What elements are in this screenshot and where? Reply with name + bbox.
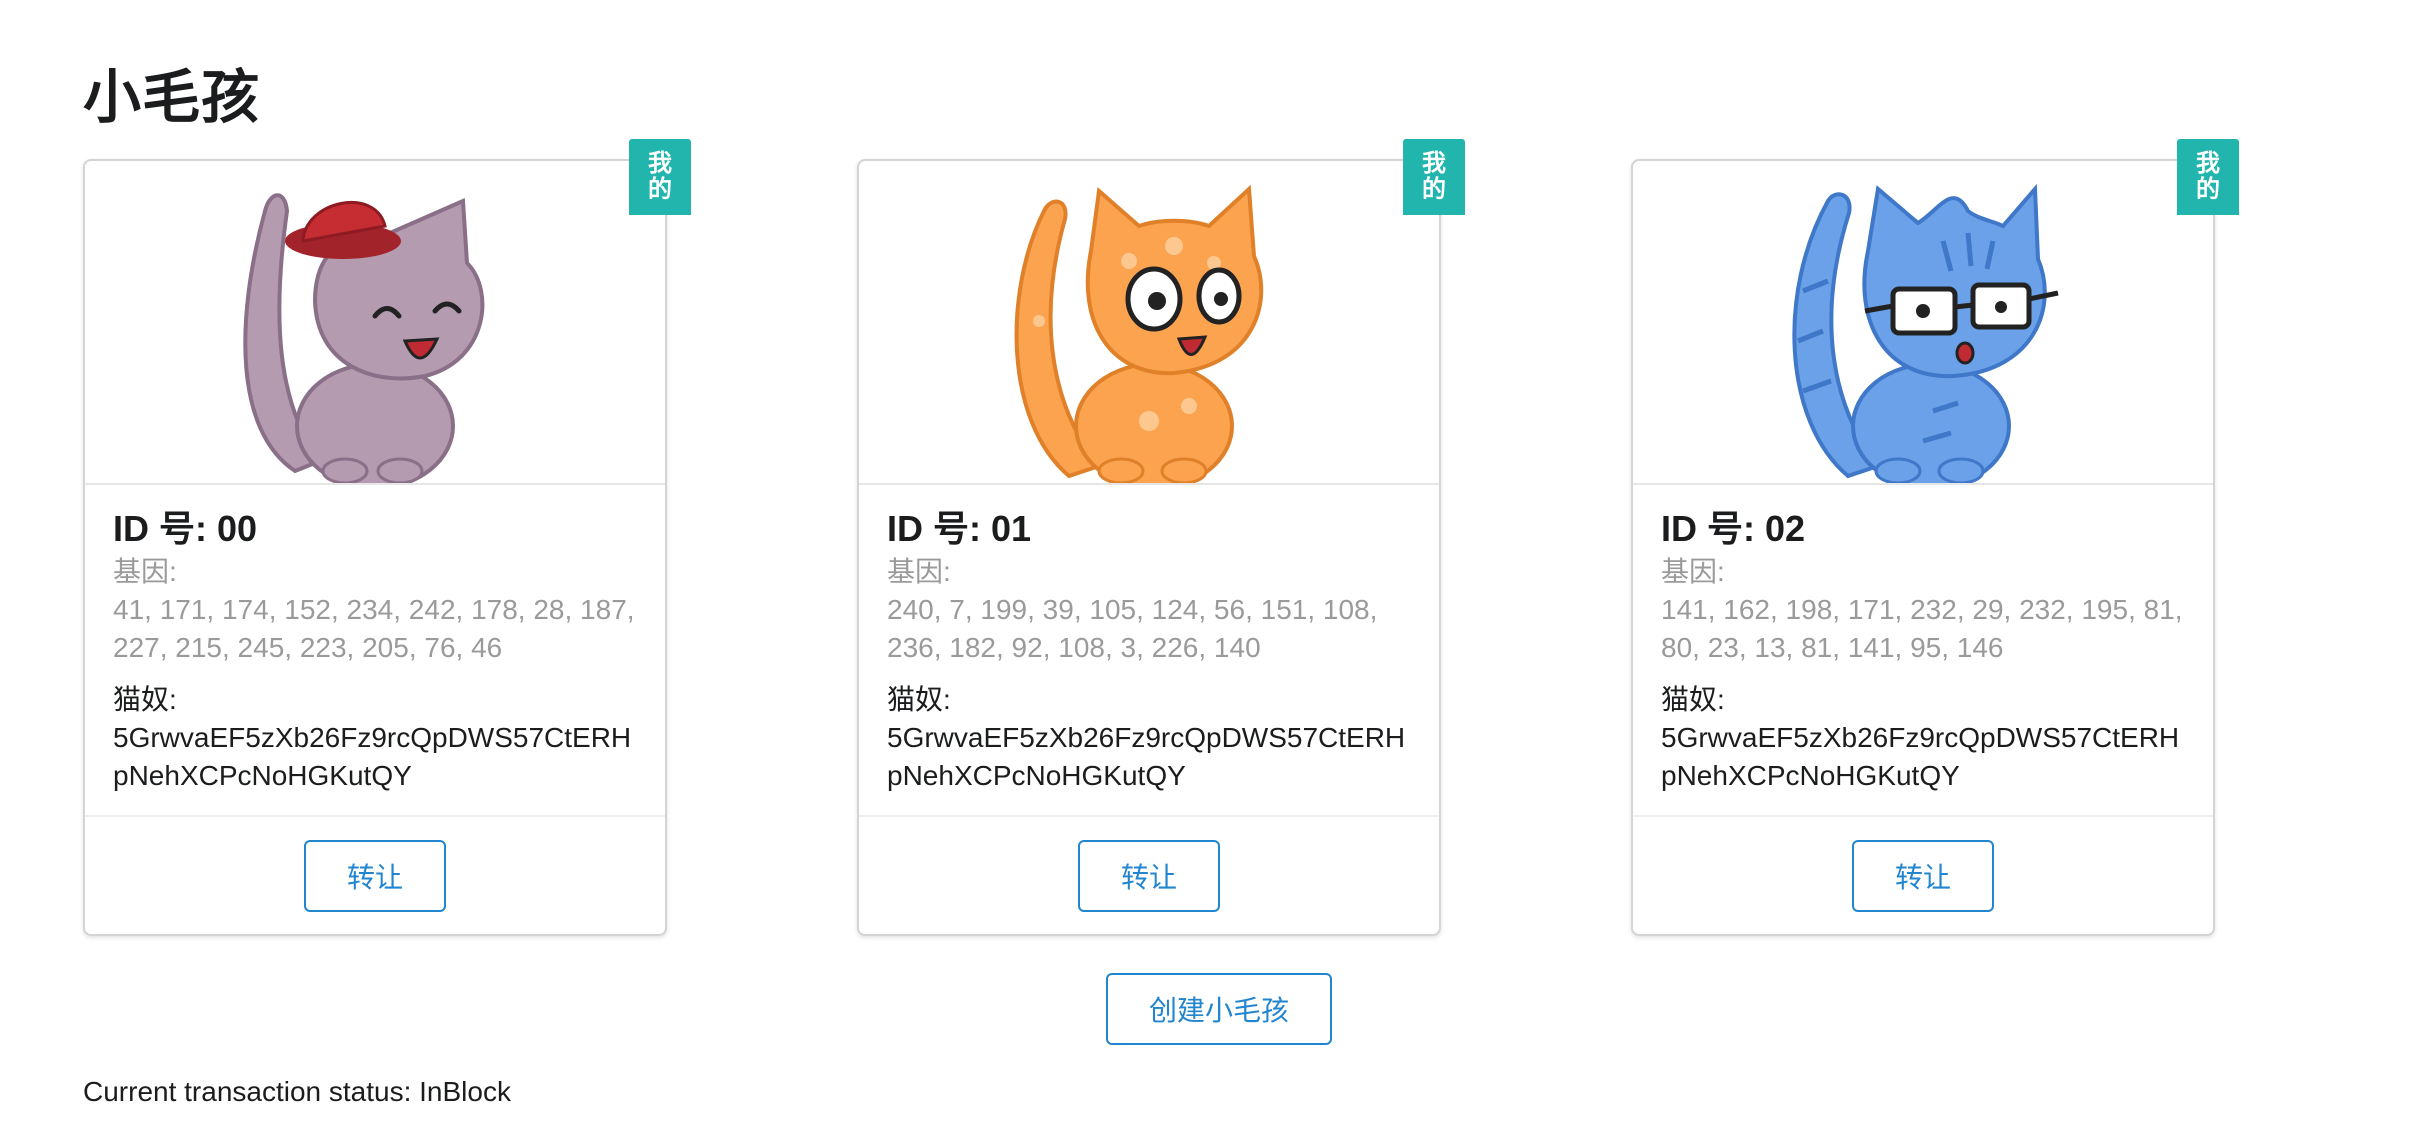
owner-label: 猫奴: <box>887 684 951 715</box>
gene-label: 基因: <box>1661 556 1725 587</box>
kitty-image <box>85 161 665 485</box>
kitty-image <box>1633 161 2213 485</box>
kitty-card: 我的 <box>857 139 1465 936</box>
mine-ribbon: 我的 <box>1403 139 1465 215</box>
owner-address: 5GrwvaEF5zXb26Fz9rcQpDWS57CtERHpNehXCPcN… <box>887 722 1406 791</box>
transfer-button[interactable]: 转让 <box>304 839 446 912</box>
kitty-card: 我的 <box>1631 139 2239 936</box>
kitty-id: ID 号: 01 <box>887 508 1032 549</box>
create-kitty-button[interactable]: 创建小毛孩 <box>1106 973 1332 1045</box>
kitty-card-content: ID 号: 00 基因: 41, 171, 174, 152, 234, 242… <box>85 485 665 817</box>
gene-values: 141, 162, 198, 171, 232, 29, 232, 195, 8… <box>1661 594 2183 663</box>
gene-values: 41, 171, 174, 152, 234, 242, 178, 28, 18… <box>113 594 635 663</box>
transaction-status: Current transaction status: InBlock <box>83 1076 511 1107</box>
mine-ribbon: 我的 <box>2177 139 2239 215</box>
gene-label: 基因: <box>887 556 951 587</box>
transfer-button[interactable]: 转让 <box>1852 839 1994 912</box>
owner-address: 5GrwvaEF5zXb26Fz9rcQpDWS57CtERHpNehXCPcN… <box>113 722 632 791</box>
owner-address: 5GrwvaEF5zXb26Fz9rcQpDWS57CtERHpNehXCPcN… <box>1661 722 2180 791</box>
kitty-image <box>859 161 1439 485</box>
gene-label: 基因: <box>113 556 177 587</box>
gene-values: 240, 7, 199, 39, 105, 124, 56, 151, 108,… <box>887 594 1378 663</box>
kitty-card-actions: 转让 <box>1633 817 2213 934</box>
orange-cat-icon <box>1014 184 1264 483</box>
page-title: 小毛孩 <box>83 65 261 130</box>
owner-label: 猫奴: <box>113 684 177 715</box>
kitties-page: 小毛孩 我的 ID 号: 00 基因: 41, 171, 174, 152, 2… <box>0 0 2410 1124</box>
kitty-id: ID 号: 02 <box>1661 508 1806 549</box>
kitty-id: ID 号: 00 <box>113 508 258 549</box>
kitty-card-list: 我的 ID 号: 00 基因: 41, 171, 174, 152, 234, … <box>83 139 2323 939</box>
kitty-card-content: ID 号: 01 基因: 240, 7, 199, 39, 105, 124, … <box>859 485 1439 817</box>
owner-label: 猫奴: <box>1661 684 1725 715</box>
kitty-card: 我的 <box>83 139 691 936</box>
transfer-button[interactable]: 转让 <box>1078 839 1220 912</box>
purple-cat-icon <box>243 193 485 483</box>
kitty-card-actions: 转让 <box>859 817 1439 934</box>
kitty-card-actions: 转让 <box>85 817 665 934</box>
mine-ribbon: 我的 <box>629 139 691 215</box>
blue-cat-icon <box>1792 183 2059 483</box>
kitty-card-content: ID 号: 02 基因: 141, 162, 198, 171, 232, 29… <box>1633 485 2213 817</box>
